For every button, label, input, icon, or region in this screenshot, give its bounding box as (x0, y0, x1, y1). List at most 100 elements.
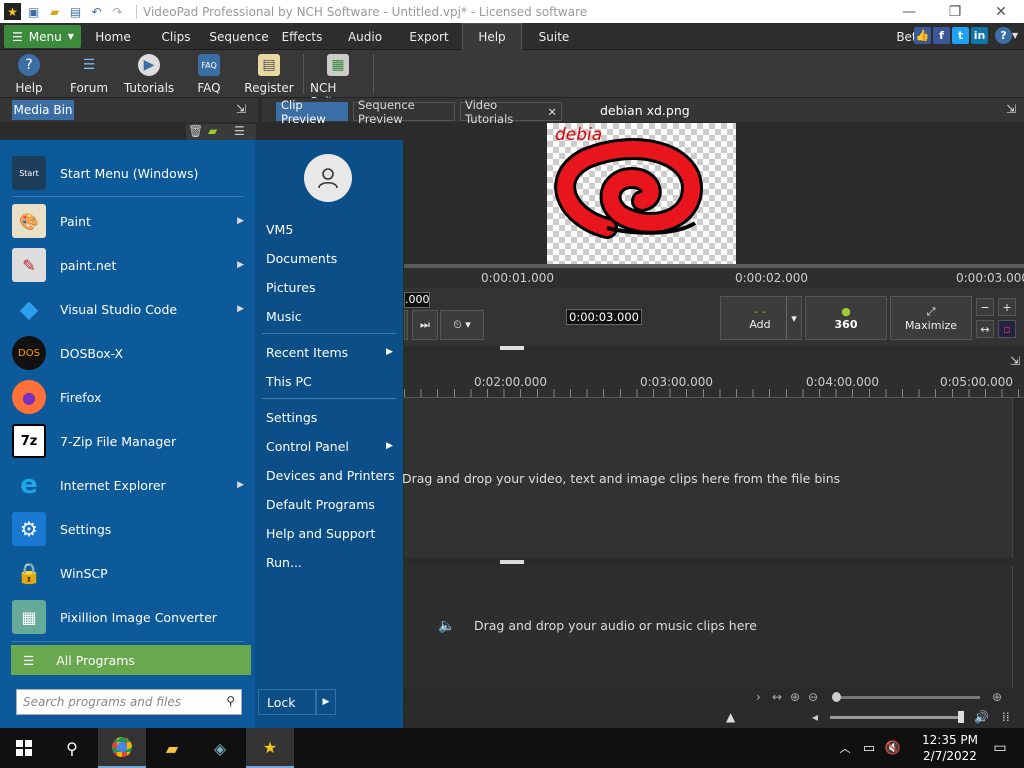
faq-tool[interactable]: FAQ FAQ (194, 54, 224, 95)
windows-start-button[interactable] (0, 728, 48, 768)
volume-slider[interactable] (830, 716, 964, 719)
virtualbox-taskbar-button[interactable]: ◈ (196, 728, 244, 768)
search-icon[interactable]: ⚲ (226, 694, 235, 708)
link-settings[interactable]: Settings (266, 410, 317, 425)
undock-icon[interactable]: ⇲ (1010, 354, 1020, 368)
tab-suite[interactable]: Suite (530, 23, 578, 50)
volume-muted-icon[interactable]: 🔇 (882, 728, 904, 768)
register-tool[interactable]: ▤ Register (244, 54, 294, 95)
close-icon[interactable]: ✕ (547, 105, 557, 119)
tab-audio[interactable]: Audio (340, 23, 390, 50)
open-folder-icon[interactable]: ▰ (46, 3, 63, 20)
splitter-handle[interactable] (500, 346, 524, 350)
program-firefox[interactable]: ● Firefox (12, 376, 252, 418)
program-start-menu-windows[interactable]: Start Start Menu (Windows) (12, 152, 252, 194)
volume-slider-thumb[interactable] (958, 711, 964, 723)
link-control-panel[interactable]: Control Panel ▶ (266, 439, 396, 454)
undo-icon[interactable]: ↶ (88, 3, 105, 20)
trash-icon[interactable]: 🗑 (188, 124, 203, 138)
fit-icon[interactable]: ↔ (976, 320, 994, 338)
restore-button[interactable]: ❐ (932, 0, 978, 23)
program-dosbox-x[interactable]: DOS DOSBox-X (12, 332, 252, 374)
tab-clip-preview[interactable]: Clip Preview (276, 98, 348, 126)
program-winscp[interactable]: 🔒 WinSCP (12, 552, 252, 594)
maximize-button[interactable]: ⤢ Maximize (890, 296, 972, 340)
tab-effects[interactable]: Effects (278, 23, 326, 50)
zoom-in-icon[interactable]: ⊕ (790, 690, 800, 704)
chrome-taskbar-button[interactable] (98, 728, 146, 768)
like-icon[interactable]: 👍 (914, 27, 931, 44)
video-track[interactable]: Drag and drop your video, text and image… (402, 398, 1012, 558)
zoom-slider-thumb[interactable] (832, 692, 841, 702)
redo-icon[interactable]: ↷ (109, 3, 126, 20)
clock[interactable]: 12:35 PM 2/7/2022 (922, 732, 978, 764)
zoom-slider[interactable] (834, 696, 980, 699)
position-field[interactable]: .000 (404, 292, 430, 308)
tutorials-tool[interactable]: ▶ Tutorials (124, 54, 174, 95)
triangle-up-icon[interactable]: ▲ (726, 710, 735, 724)
network-icon[interactable]: ▭ (858, 728, 880, 768)
explorer-taskbar-button[interactable]: ▰ (148, 728, 196, 768)
search-button[interactable]: ⚲ (48, 728, 96, 768)
program-vscode[interactable]: ◆ Visual Studio Code ▶ (12, 288, 252, 330)
save-icon[interactable]: ▣ (25, 3, 42, 20)
link-this-pc[interactable]: This PC (266, 374, 312, 389)
link-documents[interactable]: Documents (266, 251, 337, 266)
link-pictures[interactable]: Pictures (266, 280, 316, 295)
close-button[interactable]: ✕ (978, 0, 1024, 23)
next-frame-button[interactable]: ⏭ (412, 310, 438, 340)
new-folder-icon[interactable]: ▰ (208, 124, 217, 138)
link-music[interactable]: Music (266, 309, 302, 324)
tab-clips[interactable]: Clips (152, 23, 200, 50)
notifications-button[interactable]: ▭ (976, 728, 1024, 768)
all-programs-button[interactable]: ☰ All Programs (11, 645, 251, 675)
tab-sequence-preview[interactable]: Sequence Preview (353, 98, 455, 126)
speed-button[interactable]: ⏲ ▾ (440, 310, 484, 340)
zoom-in-icon[interactable]: ⊕ (992, 690, 1002, 704)
lock-options-button[interactable]: ▶ (316, 689, 336, 715)
link-vm5[interactable]: VM5 (266, 222, 293, 237)
facebook-icon[interactable]: f (933, 27, 950, 44)
link-run[interactable]: Run... (266, 555, 302, 570)
play-button[interactable] (404, 310, 408, 340)
splitter-handle[interactable] (500, 560, 524, 564)
add-dropdown[interactable]: ▾ (786, 296, 802, 340)
zoom-out-icon[interactable]: ⊖ (808, 690, 818, 704)
program-internet-explorer[interactable]: e Internet Explorer ▶ (12, 464, 252, 506)
twitter-icon[interactable]: t (952, 27, 969, 44)
tab-help[interactable]: Help (462, 23, 522, 50)
audio-track-scrollbar[interactable] (1012, 566, 1024, 688)
lock-button[interactable]: Lock (258, 689, 316, 715)
search-input[interactable]: Search programs and files ⚲ (16, 689, 242, 715)
link-recent-items[interactable]: Recent Items ▶ (266, 345, 396, 360)
program-paint-net[interactable]: ✎ paint.net ▶ (12, 244, 252, 286)
audio-track[interactable]: 🔈 Drag and drop your audio or music clip… (404, 566, 1012, 688)
video-track-scrollbar[interactable] (1012, 398, 1024, 558)
zoom-in-icon[interactable]: + (998, 298, 1016, 316)
tab-video-tutorials[interactable]: Video Tutorials ✕ (460, 98, 562, 126)
crop-icon[interactable]: ▫ (998, 320, 1016, 338)
program-7zip[interactable]: 7z 7-Zip File Manager (12, 420, 252, 462)
disk-icon[interactable]: ▤ (67, 3, 84, 20)
avatar[interactable] (304, 154, 352, 202)
media-bin-tab[interactable]: Media Bin (12, 100, 74, 120)
360-button[interactable]: ● 360 (805, 296, 887, 340)
program-pixillion[interactable]: ▦ Pixillion Image Converter (12, 596, 252, 638)
chevron-right-icon[interactable]: › (756, 690, 761, 704)
tab-home[interactable]: Home (86, 23, 140, 50)
program-paint[interactable]: 🎨 Paint ▶ (12, 200, 252, 242)
minimize-button[interactable]: — (886, 0, 932, 23)
menu-button[interactable]: ☰ Menu ▼ (4, 25, 81, 48)
videopad-taskbar-button[interactable]: ★ (246, 728, 294, 768)
undock-icon[interactable]: ⇲ (236, 102, 252, 118)
help-tool[interactable]: ? Help (14, 54, 44, 95)
link-devices-printers[interactable]: Devices and Printers (266, 468, 395, 483)
chevron-down-icon[interactable]: ▼ (1012, 31, 1018, 40)
list-view-icon[interactable]: ☰ (234, 124, 245, 138)
link-default-programs[interactable]: Default Programs (266, 497, 375, 512)
zoom-out-icon[interactable]: − (976, 298, 994, 316)
fit-icon[interactable]: ↔ (772, 690, 782, 704)
undock-icon[interactable]: ⇲ (1006, 102, 1016, 116)
program-settings[interactable]: ⚙ Settings (12, 508, 252, 550)
forum-tool[interactable]: ☰ Forum (70, 54, 108, 95)
